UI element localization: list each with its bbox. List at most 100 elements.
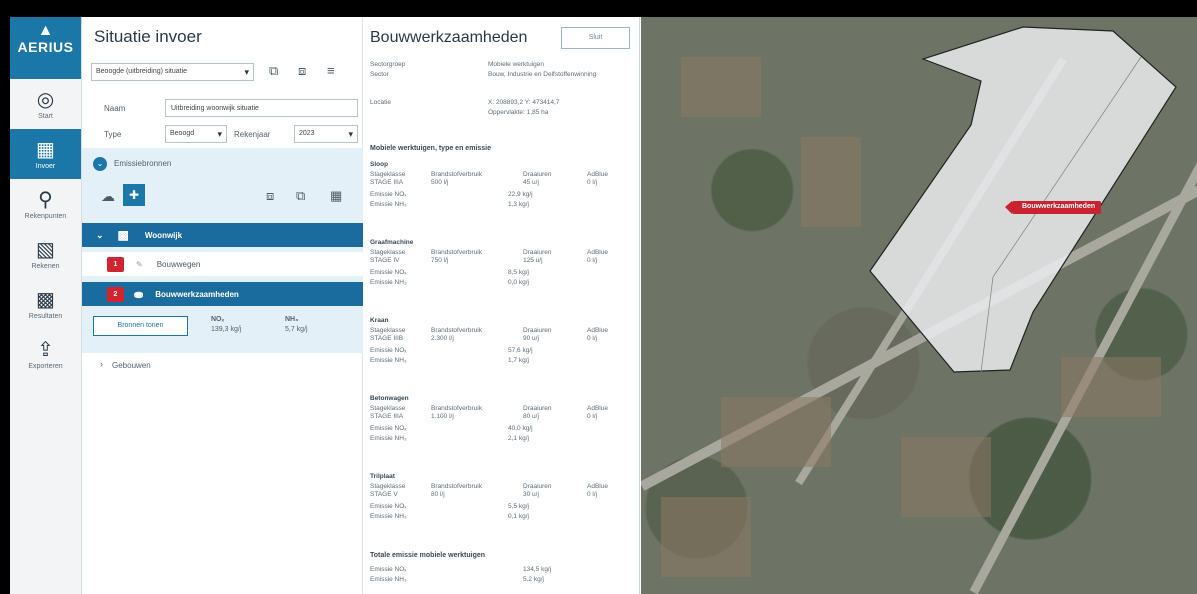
main-nav: ▲ AERIUS ◎ Start ▦ Invoer ⚲ Rekenpunten … — [10, 17, 82, 594]
building-icon: ▩ — [117, 228, 129, 242]
type-select[interactable]: Beoogd — [165, 125, 227, 143]
emission-label: Emissie NH₃ — [370, 435, 407, 442]
emission-label: Emissie NOₓ — [370, 347, 407, 354]
emission-label: Emissie NOₓ — [370, 269, 407, 276]
nav-item-exporteren[interactable]: ⇪ Exporteren — [10, 329, 81, 379]
map-source-label[interactable]: Bouwwerkzaamheden — [1004, 201, 1102, 214]
close-button[interactable]: Sluit — [561, 27, 630, 49]
copy-source-icon[interactable]: ⧈ — [266, 188, 274, 204]
emission-label: Emissie NH₃ — [370, 357, 407, 364]
calculator-icon: ▧ — [36, 238, 55, 261]
map-view[interactable]: Bouwwerkzaamheden — [641, 17, 1197, 594]
road-icon: ✎ — [136, 259, 143, 269]
adblue-value: 0 l/j — [587, 413, 598, 420]
add-source-icon[interactable]: ✚ — [123, 184, 145, 206]
emission-label: Emissie NH₃ — [370, 513, 407, 520]
col-label: Draaiuren — [523, 405, 552, 412]
panel-title: Situatie invoer — [94, 27, 202, 46]
hours-value: 80 u/j — [523, 413, 539, 420]
nh3-value: 0,0 kg/j — [508, 279, 529, 286]
app-window: ▲ AERIUS ◎ Start ▦ Invoer ⚲ Rekenpunten … — [10, 17, 1197, 594]
year-select[interactable]: 2023 — [294, 125, 358, 143]
meta-label: Locatie — [370, 99, 391, 106]
chevron-down-icon[interactable]: ⌄ — [93, 157, 107, 171]
stage-value: STAGE IIIA — [370, 413, 404, 420]
stage-value: STAGE IIIB — [370, 335, 404, 342]
source-area-polygon[interactable] — [641, 17, 1197, 594]
source-type-icon[interactable]: ☁ — [101, 188, 115, 205]
name-input[interactable]: Uitbreiding woonwijk situatie — [165, 99, 358, 117]
machine-name: Graafmachine — [370, 239, 414, 246]
chevron-right-icon[interactable]: › — [100, 359, 103, 369]
nav-item-label: Rekenpunten — [24, 212, 67, 220]
meta-value: Mobiele werktuigen — [488, 61, 545, 68]
adblue-value: 0 l/j — [587, 257, 598, 264]
nav-item-resultaten[interactable]: ▩ Resultaten — [10, 279, 81, 329]
stage-value: STAGE IV — [370, 257, 400, 264]
adblue-value: 0 l/j — [587, 335, 598, 342]
sources-toggle-label[interactable]: Emissiebronnen — [114, 159, 171, 168]
nav-item-rekenen[interactable]: ▧ Rekenen — [10, 229, 81, 279]
total-nox-value: 134,5 kg/j — [523, 566, 552, 573]
total-nox-value: 139,3 kg/j — [211, 326, 242, 333]
fuel-value: 80 l/j — [431, 491, 445, 498]
section-title: Mobiele werktuigen, type en emissie — [370, 145, 491, 152]
copy-situation-icon[interactable]: ⧈ — [298, 63, 306, 79]
total-nh3-value: 5,2 kg/j — [523, 576, 544, 583]
source-group-row[interactable]: ⌄ ▩ Woonwijk — [82, 223, 363, 247]
detail-title: Bouwwerkzaamheden — [370, 29, 528, 46]
source-area-shape[interactable] — [869, 26, 1177, 373]
location-pin-icon: ⚲ — [38, 188, 53, 211]
adblue-value: 0 l/j — [587, 491, 598, 498]
hours-value: 90 u/j — [523, 335, 539, 342]
meta-label: Sectorgroep — [370, 61, 406, 68]
logo-mark-icon: ▲ — [37, 22, 54, 39]
nav-item-start[interactable]: ◎ Start — [10, 79, 81, 129]
col-label: Brandstofverbruik — [431, 483, 482, 490]
adblue-value: 0 l/j — [587, 179, 598, 186]
nox-value: 5,5 kg/j — [508, 503, 529, 510]
emission-label: Emissie NH₃ — [370, 279, 407, 286]
nav-item-label: Invoer — [35, 162, 56, 170]
situation-select[interactable]: Beoogde (uitbreiding) situatie — [91, 63, 254, 81]
logo-text: AERIUS — [17, 39, 74, 55]
col-label: Draaiuren — [523, 483, 552, 490]
name-label: Naam — [104, 104, 126, 113]
hours-value: 30 u/j — [523, 491, 539, 498]
nox-value: 8,5 kg/j — [508, 269, 529, 276]
aerius-logo[interactable]: ▲ AERIUS — [10, 17, 81, 79]
new-situation-icon[interactable]: ⧉ — [269, 63, 278, 79]
nox-value: 57,6 kg/j — [508, 347, 533, 354]
col-label: Draaiuren — [523, 171, 552, 178]
fuel-value: 2.300 l/j — [431, 335, 454, 342]
col-label: Draaiuren — [523, 249, 552, 256]
nh3-value: 0,1 kg/j — [508, 513, 529, 520]
col-label: AdBlue — [587, 405, 608, 412]
col-label: Brandstofverbruik — [431, 327, 482, 334]
source-row[interactable]: 1 ✎ Bouwwegen — [82, 252, 363, 276]
stage-value: STAGE IIIA — [370, 179, 404, 186]
situation-panel: Situatie invoer Beoogde (uitbreiding) si… — [82, 17, 363, 594]
edit-source-icon[interactable]: ⧉ — [296, 188, 305, 204]
type-label: Type — [104, 130, 122, 139]
total-nh3-value: 5,7 kg/j — [285, 326, 308, 333]
year-label: Rekenjaar — [234, 130, 271, 139]
buildings-toggle[interactable]: Gebouwen — [112, 361, 151, 370]
nav-item-rekenpunten[interactable]: ⚲ Rekenpunten — [10, 179, 81, 229]
hours-value: 45 u/j — [523, 179, 539, 186]
col-label: AdBlue — [587, 249, 608, 256]
delete-source-icon[interactable]: ▦ — [330, 188, 342, 204]
nav-item-invoer[interactable]: ▦ Invoer — [10, 129, 81, 179]
stage-value: STAGE V — [370, 491, 398, 498]
col-label: Brandstofverbruik — [431, 249, 482, 256]
col-label: Stageklasse — [370, 249, 406, 256]
machine-icon: ⛂ — [134, 288, 144, 301]
source-row-selected[interactable]: 2 ⛂ Bouwwerkzaamheden — [82, 282, 363, 306]
meta-value: Oppervlakte: 1,85 ha — [488, 109, 549, 116]
col-label: AdBlue — [587, 483, 608, 490]
nav-item-label: Rekenen — [31, 262, 60, 270]
bar-chart-icon: ▩ — [36, 288, 55, 311]
delete-situation-icon[interactable]: ≡ — [327, 63, 335, 78]
show-sources-button[interactable]: Bronnen tonen — [93, 316, 188, 336]
col-label: Stageklasse — [370, 483, 406, 490]
